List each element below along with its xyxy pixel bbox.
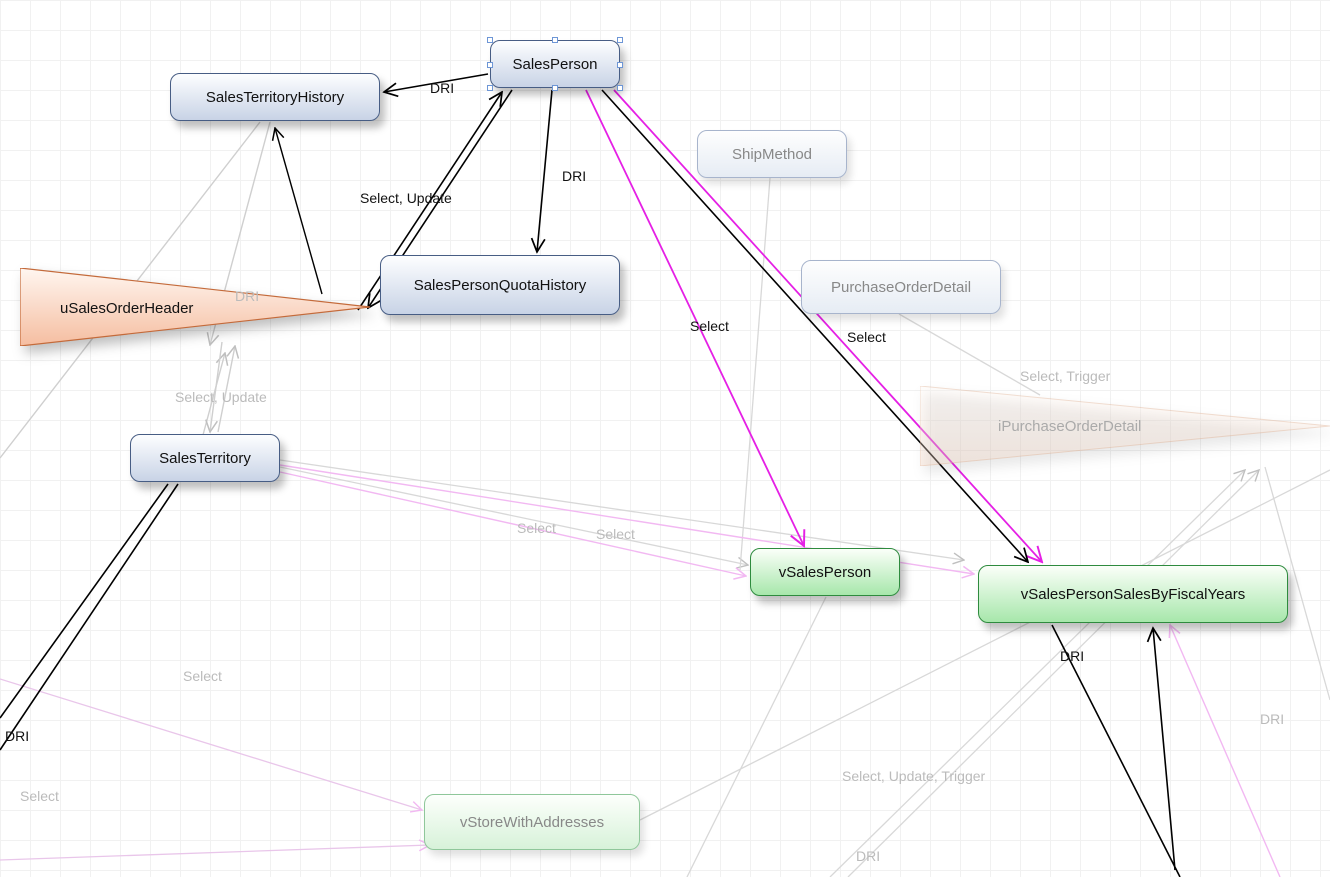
edge-dri-salesperson-sth	[384, 74, 488, 92]
node-label: vSalesPersonSalesByFiscalYears	[1021, 586, 1246, 603]
node-sales-person[interactable]: SalesPerson	[490, 40, 620, 88]
node-v-sales-person-fy[interactable]: vSalesPersonSalesByFiscalYears	[978, 565, 1288, 623]
edge-faded	[0, 679, 422, 810]
edge-faded	[830, 470, 1245, 877]
node-label: PurchaseOrderDetail	[831, 279, 971, 296]
edge-dri-below-vspfy-in	[1156, 628, 1180, 877]
node-label: ShipMethod	[732, 146, 812, 163]
node-sales-territory-history[interactable]: SalesTerritoryHistory	[170, 73, 380, 121]
edge-faded	[740, 178, 770, 570]
edge-label-dri: DRI	[562, 168, 586, 184]
edge-dri-below-vspfy	[1052, 625, 1180, 877]
trigger-label: uSalesOrderHeader	[60, 300, 193, 317]
edge-faded	[0, 845, 430, 860]
node-label: SalesPersonQuotaHistory	[414, 277, 587, 294]
edge-faded	[280, 467, 748, 565]
edge-label-select-update: Select, Update	[360, 190, 452, 206]
edge-dri-up-into-vspfy	[1153, 628, 1175, 870]
trigger-label: iPurchaseOrderDetail	[998, 418, 1141, 435]
edge-faded	[640, 470, 1330, 820]
edge-usoh-st-a	[210, 342, 222, 432]
edge-faded	[687, 597, 826, 877]
trigger-u-sales-order-header[interactable]: uSalesOrderHeader	[20, 268, 370, 346]
edge-label-dri: DRI	[430, 80, 454, 96]
edge-faded	[899, 314, 1040, 395]
node-label: SalesTerritoryHistory	[206, 89, 344, 106]
edge-label-select-update: Select, Update	[175, 389, 267, 405]
node-v-sales-person[interactable]: vSalesPerson	[750, 548, 900, 596]
node-label: vSalesPerson	[779, 564, 872, 581]
node-label: SalesPerson	[512, 56, 597, 73]
edge-faded	[848, 470, 1259, 877]
node-sales-person-quota-history[interactable]: SalesPersonQuotaHistory	[380, 255, 620, 315]
node-label: vStoreWithAddresses	[460, 814, 604, 831]
edge-label-select: Select	[20, 788, 59, 804]
edge-faded	[280, 460, 964, 560]
node-ship-method[interactable]: ShipMethod	[697, 130, 847, 178]
edge-label-dri: DRI	[1060, 648, 1084, 664]
edge-faded	[203, 353, 225, 435]
edge-st-bl2	[0, 484, 168, 718]
diagram-canvas[interactable]: uSalesOrderHeader iPurchaseOrderDetail S…	[0, 0, 1330, 877]
edge-dri-below-vspfy-arrowhead	[1157, 630, 1176, 870]
edge-label-select: Select	[517, 520, 556, 536]
edge-st-bl1	[0, 484, 178, 750]
trigger-i-purchase-order-detail[interactable]: iPurchaseOrderDetail	[920, 386, 1330, 466]
edge-label-select: Select	[690, 318, 729, 334]
edge-label-dri: DRI	[856, 848, 880, 864]
edge-label-select: Select	[183, 668, 222, 684]
edge-label-select-update-trigger: Select, Update, Trigger	[842, 768, 985, 784]
edge-faded	[280, 472, 746, 576]
edge-label-select: Select	[596, 526, 635, 542]
edge-label-dri: DRI	[1260, 711, 1284, 727]
edge-label-select: Select	[847, 329, 886, 345]
edge-faded	[1170, 625, 1280, 877]
edge-usoh-st-b	[218, 346, 235, 432]
edge-label-dri: DRI	[5, 728, 29, 744]
edge-label-select-trigger: Select, Trigger	[1020, 368, 1110, 384]
node-sales-territory[interactable]: SalesTerritory	[130, 434, 280, 482]
node-v-store-with-addresses[interactable]: vStoreWithAddresses	[424, 794, 640, 850]
node-purchase-order-detail[interactable]: PurchaseOrderDetail	[801, 260, 1001, 314]
edge-dri-salesperson-spqh	[537, 90, 552, 252]
node-label: SalesTerritory	[159, 450, 251, 467]
